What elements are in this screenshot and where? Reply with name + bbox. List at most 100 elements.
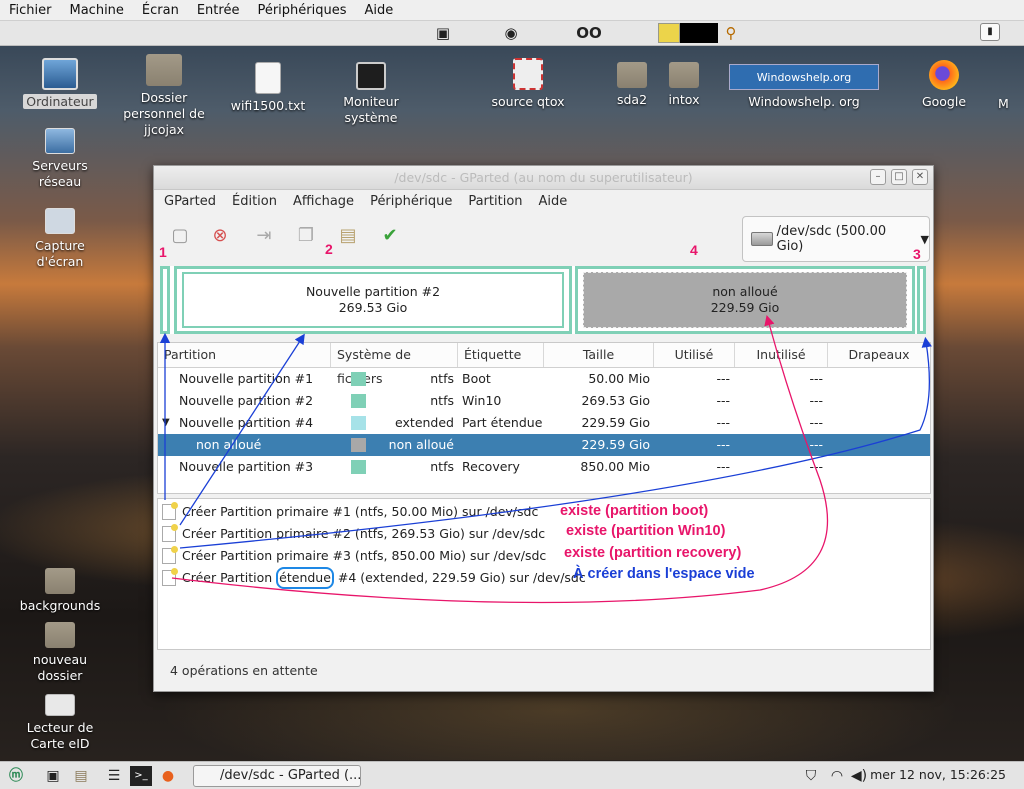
column-label[interactable]: Étiquette — [458, 343, 544, 367]
vm-menu-fichier[interactable]: Fichier — [0, 3, 61, 18]
vm-menu-aide[interactable]: Aide — [356, 3, 403, 18]
window-titlebar[interactable]: /dev/sdc - GParted (au nom du superutili… — [154, 166, 933, 190]
mint-menu-icon[interactable]: ⓜ — [6, 766, 26, 786]
apply-check-icon[interactable]: ✔ — [378, 224, 402, 248]
cell-label: Part étendue — [462, 415, 543, 430]
desktop-icon-serveurs[interactable]: Serveurs réseau — [14, 128, 106, 190]
cell-partition: Nouvelle partition #2 — [179, 393, 314, 408]
paste-icon[interactable]: ▤ — [336, 224, 360, 248]
graph-partition-1[interactable] — [160, 266, 170, 334]
graph-unallocated[interactable]: non alloué 229.59 Gio — [575, 266, 915, 334]
minimize-button[interactable]: – — [870, 169, 886, 185]
desktop-icon-m[interactable]: M — [998, 96, 1024, 112]
menu-affichage[interactable]: Affichage — [285, 194, 362, 209]
desktop-icon-capture[interactable]: Capture d'écran — [14, 208, 106, 270]
menu-partition[interactable]: Partition — [460, 194, 530, 209]
operation-item[interactable]: Créer Partition primaire #2 (ntfs, 269.5… — [162, 523, 545, 545]
graph-partition-2[interactable]: Nouvelle partition #2 269.53 Gio — [174, 266, 572, 334]
column-partition[interactable]: Partition — [158, 343, 331, 367]
desktop-icon-dossier-personnel[interactable]: Dossier personnel de jjcojax — [118, 54, 210, 138]
resize-move-icon[interactable]: ⇥ — [252, 224, 276, 248]
desktop-icon-windowshelp[interactable]: Windowshelp.org Windowshelp. org — [728, 64, 880, 110]
cell-filesystem: ntfs — [430, 393, 454, 408]
expander-triangle-icon[interactable]: ▼ — [162, 412, 170, 434]
wifi-icon[interactable]: ◠ — [828, 766, 846, 786]
operation-item[interactable]: Créer Partition étendue #4 (extended, 22… — [162, 567, 586, 589]
desktop-icon-label: Ordinateur — [23, 94, 97, 109]
column-used[interactable]: Utilisé — [654, 343, 735, 367]
operation-item[interactable]: Créer Partition primaire #3 (ntfs, 850.0… — [162, 545, 546, 567]
menu-aide[interactable]: Aide — [531, 194, 576, 209]
close-button[interactable]: ✕ — [912, 169, 928, 185]
cell-unused: --- — [809, 437, 823, 452]
magnifier-icon[interactable]: ⚲ — [720, 23, 742, 43]
app-menubar: GParted Édition Affichage Périphérique P… — [154, 190, 933, 212]
cell-label: Boot — [462, 371, 491, 386]
network-icon — [45, 128, 75, 154]
table-row[interactable]: Nouvelle partition #3 ntfs Recovery 850.… — [158, 456, 930, 478]
vm-menu-ecran[interactable]: Écran — [133, 3, 188, 18]
vm-menu-entree[interactable]: Entrée — [188, 3, 249, 18]
desktop-icon-wifi1500[interactable]: wifi1500.txt — [222, 62, 314, 114]
volume-icon[interactable]: ◀) — [850, 766, 868, 786]
desktop-icon-moniteur[interactable]: Moniteur système — [325, 62, 417, 126]
desktop-icon-nouveau-dossier[interactable]: nouveau dossier — [14, 622, 106, 684]
cell-flags — [828, 368, 930, 390]
note-icon[interactable] — [658, 23, 680, 43]
shield-icon[interactable]: ⛉ — [802, 766, 820, 786]
menu-peripherique[interactable]: Périphérique — [362, 194, 460, 209]
column-size[interactable]: Taille — [544, 343, 654, 367]
device-selector[interactable]: /dev/sdc (500.00 Gio) ▼ — [742, 216, 930, 262]
cell-flags — [828, 390, 930, 412]
fs-color-swatch — [351, 394, 366, 408]
panel-icon[interactable]: ☰ — [104, 766, 124, 786]
desktop-icon-lecteur-eid[interactable]: Lecteur de Carte eID — [14, 694, 106, 752]
desktop-icon-ordinateur[interactable]: Ordinateur — [14, 58, 106, 110]
column-unused[interactable]: Inutilisé — [735, 343, 828, 367]
screenshot-launcher-icon[interactable]: ▣ — [42, 766, 64, 786]
status-bar: 4 opérations en attente — [170, 663, 318, 678]
cell-unused: --- — [809, 415, 823, 430]
chevron-down-icon: ▼ — [920, 232, 929, 246]
delete-icon[interactable]: ⊗ — [208, 224, 232, 248]
copy-icon[interactable]: ❐ — [294, 224, 318, 248]
vm-menu-machine[interactable]: Machine — [61, 3, 133, 18]
vm-toolbar: ▣ ◉ OO ⚲ ▮ — [0, 21, 1024, 46]
graph-partition-3[interactable] — [917, 266, 926, 334]
cell-partition: non alloué — [196, 437, 262, 452]
vm-corner-button[interactable]: ▮ — [980, 23, 1000, 41]
table-row-selected[interactable]: non alloué non alloué 229.59 Gio --- --- — [158, 434, 930, 456]
files-launcher-icon[interactable]: ▤ — [70, 766, 92, 786]
terminal-icon[interactable]: >_ — [130, 766, 152, 786]
table-row[interactable]: ▼ Nouvelle partition #4 extended Part éte… — [158, 412, 930, 434]
table-row[interactable]: Nouvelle partition #2 ntfs Win10 269.53 … — [158, 390, 930, 412]
desktop-icon-intox[interactable]: intox — [638, 62, 730, 108]
cell-filesystem: ntfs — [430, 459, 454, 474]
operation-text: Créer Partition primaire #2 (ntfs, 269.5… — [182, 526, 546, 541]
system-monitor-icon — [356, 62, 386, 90]
disk-icon[interactable]: ◉ — [500, 23, 522, 43]
column-filesystem[interactable]: Système de fichiers — [331, 343, 458, 386]
operation-item[interactable]: Créer Partition primaire #1 (ntfs, 50.00… — [162, 501, 538, 523]
taskbar-window-gparted[interactable]: /dev/sdc - GParted (... — [193, 765, 361, 787]
column-flags[interactable]: Drapeaux — [828, 343, 930, 367]
menu-edition[interactable]: Édition — [224, 194, 285, 209]
eyes-icon[interactable]: OO — [572, 23, 606, 43]
menu-gparted[interactable]: GParted — [156, 194, 224, 209]
desktop-icon-source-qtox[interactable]: source qtox — [482, 58, 574, 110]
table-row[interactable]: Nouvelle partition #1 ntfs Boot 50.00 Mi… — [158, 368, 930, 390]
cell-partition: Nouvelle partition #3 — [179, 459, 314, 474]
cell-used: --- — [716, 393, 730, 408]
desktop-icon-label: intox — [668, 92, 700, 107]
new-partition-icon[interactable]: ▢ — [168, 224, 192, 248]
screenshot-icon[interactable]: ▣ — [432, 23, 454, 43]
desktop-icon-google[interactable]: Google — [898, 60, 990, 110]
maximize-button[interactable]: □ — [891, 169, 907, 185]
vm-menu-peripheriques[interactable]: Périphériques — [248, 3, 355, 18]
clock[interactable]: mer 12 nov, 15:26:25 — [870, 767, 1006, 782]
desktop-icon-backgrounds[interactable]: backgrounds — [14, 568, 106, 614]
cell-unused: --- — [809, 393, 823, 408]
shared-folder-icon — [45, 622, 75, 648]
firefox-launcher-icon[interactable]: ● — [158, 766, 178, 786]
black-box-icon[interactable] — [680, 23, 718, 43]
